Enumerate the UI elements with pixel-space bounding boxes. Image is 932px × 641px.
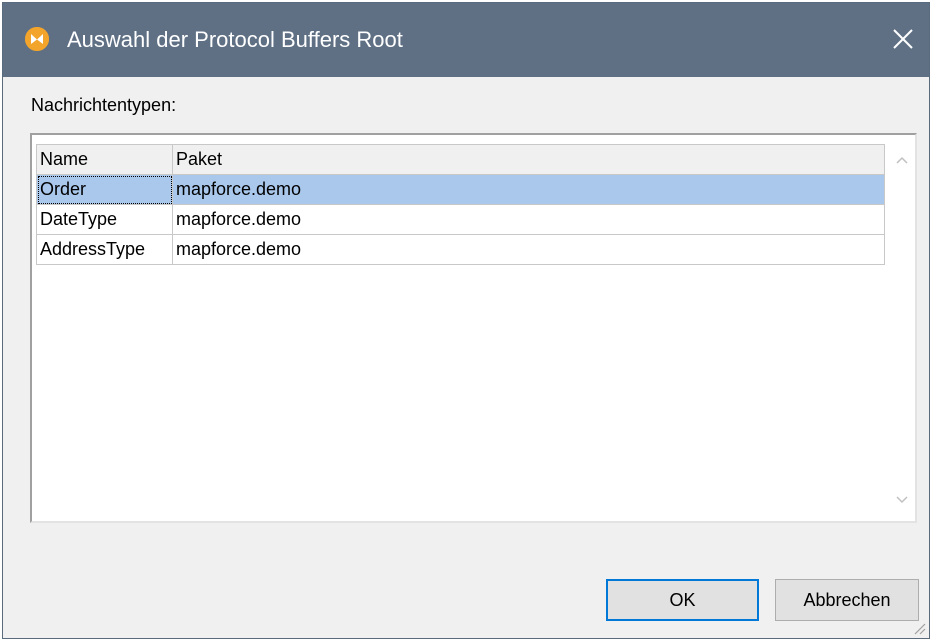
- column-header-package[interactable]: Paket: [172, 144, 885, 175]
- row-name-cell[interactable]: AddressType: [36, 234, 173, 265]
- close-button[interactable]: [883, 17, 923, 61]
- resize-grip-icon[interactable]: [911, 620, 927, 636]
- row-package-cell[interactable]: mapforce.demo: [172, 234, 885, 265]
- row-name-cell[interactable]: DateType: [36, 204, 173, 235]
- app-logo-icon: [25, 27, 49, 51]
- ok-button[interactable]: OK: [606, 579, 759, 621]
- title-bar[interactable]: Auswahl der Protocol Buffers Root: [3, 3, 929, 77]
- cancel-button[interactable]: Abbrechen: [775, 579, 919, 621]
- table-header-row: Name Paket: [36, 144, 885, 175]
- message-types-label: Nachrichtentypen:: [31, 95, 177, 115]
- scroll-down-arrow-icon[interactable]: [895, 493, 909, 507]
- column-header-name[interactable]: Name: [36, 144, 173, 175]
- scroll-up-arrow-icon[interactable]: [895, 153, 909, 167]
- message-types-table: Name Paket Order mapforce.demo DateType …: [36, 144, 885, 265]
- row-package-cell[interactable]: mapforce.demo: [172, 174, 885, 205]
- close-icon: [893, 29, 913, 49]
- table-row-datetype[interactable]: DateType mapforce.demo: [36, 204, 885, 235]
- table-row-addresstype[interactable]: AddressType mapforce.demo: [36, 234, 885, 265]
- window-title: Auswahl der Protocol Buffers Root: [67, 27, 403, 52]
- dialog-window: Auswahl der Protocol Buffers Root Nachri…: [2, 2, 930, 639]
- table-row-order[interactable]: Order mapforce.demo: [36, 174, 885, 205]
- message-types-list[interactable]: Name Paket Order mapforce.demo DateType …: [30, 133, 917, 523]
- row-name-cell[interactable]: Order: [36, 174, 173, 205]
- row-package-cell[interactable]: mapforce.demo: [172, 204, 885, 235]
